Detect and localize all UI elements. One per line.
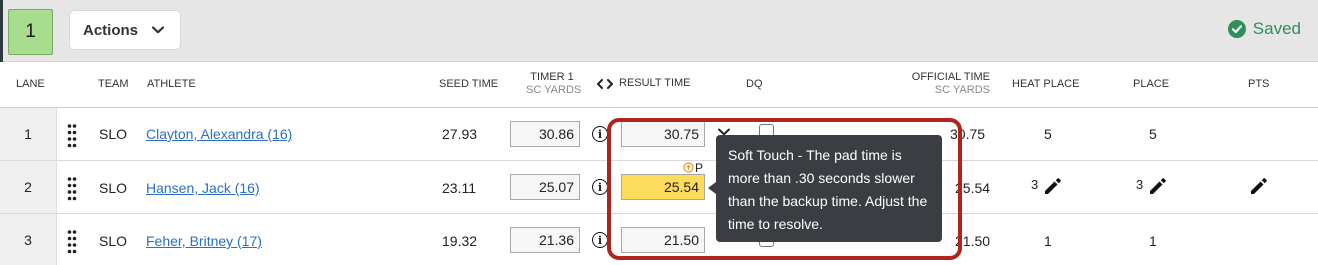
- saved-label: Saved: [1252, 19, 1301, 38]
- athlete-link[interactable]: Clayton, Alexandra (16): [146, 126, 292, 142]
- chevron-down-icon: [152, 26, 164, 34]
- table-row: 1 SLO Clayton, Alexandra (16) 27.93 30.8…: [0, 108, 1318, 161]
- col-seed-time: SEED TIME: [439, 78, 499, 90]
- info-icon[interactable]: i: [592, 179, 608, 195]
- col-team: TEAM: [98, 78, 129, 90]
- heat-place-cell: 3: [1031, 177, 1039, 192]
- seed-time-cell: 19.32: [442, 233, 478, 249]
- edit-pencil-icon[interactable]: [1248, 176, 1269, 197]
- table-row: 3 SLO Feher, Britney (17) 19.32 21.36 i …: [0, 214, 1318, 265]
- save-status: Saved: [1227, 19, 1301, 39]
- info-icon[interactable]: i: [592, 232, 608, 248]
- results-table-header: LANE TEAM ATHLETE SEED TIME TIMER 1 SC Y…: [0, 62, 1318, 108]
- col-timer1-title: TIMER 1: [530, 71, 574, 83]
- soft-touch-tooltip: Soft Touch - The pad time is more than .…: [716, 135, 942, 242]
- seed-time-cell: 23.11: [442, 180, 476, 196]
- warning-marker-icon: [683, 162, 694, 173]
- col-heat-place: HEAT PLACE: [1012, 78, 1080, 90]
- col-official-time-title: OFFICIAL TIME: [911, 71, 990, 83]
- team-cell: SLO: [99, 126, 128, 142]
- drag-handle-icon[interactable]: [67, 176, 77, 202]
- col-dq: DQ: [746, 78, 763, 90]
- lane-cell: 3: [0, 214, 57, 265]
- col-lane: LANE: [16, 78, 45, 90]
- col-official-time: OFFICIAL TIME SC YARDS: [910, 71, 990, 97]
- info-icon[interactable]: i: [592, 126, 608, 142]
- result-flag: P: [695, 161, 704, 175]
- athlete-link[interactable]: Hansen, Jack (16): [146, 180, 260, 196]
- place-cell: 1: [1149, 233, 1157, 249]
- athlete-link[interactable]: Feher, Britney (17): [146, 233, 262, 249]
- edit-pencil-icon[interactable]: [1042, 176, 1063, 197]
- col-timer1-units: SC YARDS: [526, 84, 582, 96]
- timer1-input[interactable]: 25.07: [510, 174, 580, 200]
- place-cell: 5: [1149, 126, 1157, 142]
- lane-cell: 1: [0, 108, 57, 160]
- window-edge: [0, 0, 3, 62]
- actions-button[interactable]: Actions: [69, 10, 181, 50]
- result-time-input[interactable]: 21.50: [621, 227, 705, 253]
- official-time-cell: 30.75: [950, 126, 986, 142]
- col-place: PLACE: [1133, 78, 1170, 90]
- col-result-time[interactable]: RESULT TIME: [597, 77, 691, 90]
- seed-time-cell: 27.93: [442, 126, 478, 142]
- col-pts: PTS: [1248, 78, 1270, 90]
- edit-pencil-icon[interactable]: [1147, 176, 1168, 197]
- col-timer1: TIMER 1 SC YARDS: [526, 71, 582, 97]
- official-time-cell: 25.54: [955, 180, 991, 196]
- result-time-input[interactable]: 30.75: [621, 121, 705, 147]
- heat-place-cell: 1: [1044, 233, 1052, 249]
- table-row: 2 SLO Hansen, Jack (16) 23.11 25.07 i P …: [0, 161, 1318, 214]
- team-cell: SLO: [99, 180, 128, 196]
- col-athlete: ATHLETE: [147, 78, 196, 90]
- drag-handle-icon[interactable]: [67, 123, 77, 149]
- timer1-input[interactable]: 30.86: [510, 121, 580, 147]
- heat-place-cell: 5: [1044, 126, 1052, 142]
- place-cell: 3: [1136, 177, 1144, 192]
- timer1-input[interactable]: 21.36: [510, 227, 580, 253]
- drag-handle-icon[interactable]: [67, 229, 77, 255]
- lane-cell: 2: [0, 161, 57, 213]
- tooltip-arrow: [708, 182, 716, 194]
- actions-label: Actions: [83, 21, 139, 39]
- official-time-cell: 21.50: [955, 233, 991, 249]
- check-circle-icon: [1227, 20, 1246, 38]
- result-time-input[interactable]: 25.54: [621, 174, 705, 200]
- heat-toolbar: 1 Actions Saved: [0, 0, 1318, 62]
- expand-columns-icon[interactable]: [597, 78, 613, 89]
- col-result-time-title: RESULT TIME: [619, 77, 691, 89]
- col-official-time-units: SC YARDS: [934, 84, 990, 96]
- heat-number-badge[interactable]: 1: [8, 9, 53, 55]
- team-cell: SLO: [99, 233, 128, 249]
